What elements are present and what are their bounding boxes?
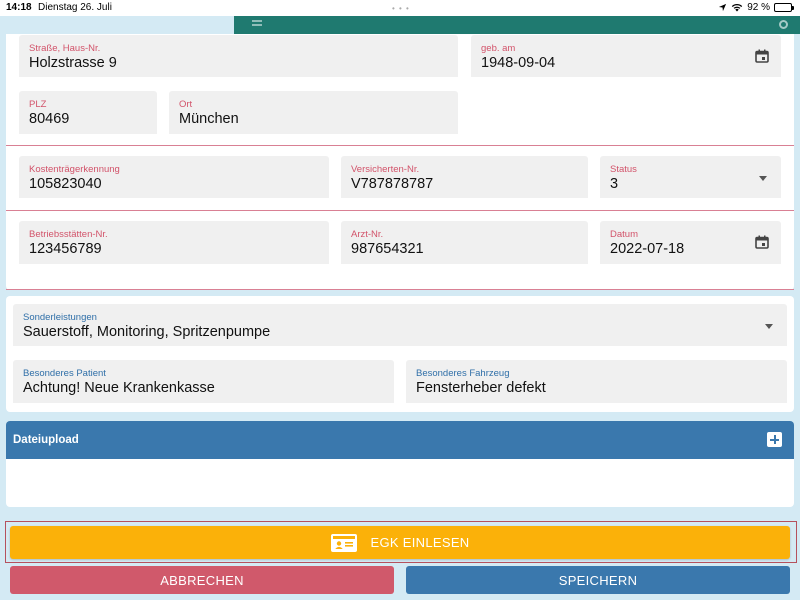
date-value: 2022-07-18: [610, 241, 685, 257]
patient-notes-label: Besonderes Patient: [23, 368, 106, 379]
doctor-number-field[interactable]: Arzt-Nr. 987654321: [341, 221, 588, 264]
save-button[interactable]: SPEICHERN: [406, 566, 790, 594]
date-field[interactable]: Datum 2022-07-18: [600, 221, 781, 264]
status-bar: 14:18 Dienstag 26. Juli • • • 92 %: [0, 0, 800, 16]
status-date: Dienstag 26. Juli: [38, 2, 112, 13]
search-icon[interactable]: [779, 20, 788, 29]
add-file-icon[interactable]: [767, 432, 782, 447]
cost-unit-field[interactable]: Kostenträgerkennung 105823040: [19, 156, 329, 198]
facility-number-field[interactable]: Betriebsstätten-Nr. 123456789: [19, 221, 329, 264]
chevron-down-icon[interactable]: [759, 176, 767, 181]
zip-label: PLZ: [29, 99, 47, 110]
birthdate-value: 1948-09-04: [481, 55, 556, 71]
patient-notes-field[interactable]: Besonderes Patient Achtung! Neue Kranken…: [13, 360, 394, 403]
special-services-label: Sonderleistungen: [23, 312, 97, 323]
street-field[interactable]: Straße, Haus-Nr. Holzstrasse 9: [19, 35, 458, 77]
read-egk-button[interactable]: EGK EINLESEN: [10, 526, 790, 559]
file-upload-area[interactable]: [6, 459, 794, 507]
zip-value: 80469: [29, 111, 70, 127]
section-divider: [6, 289, 794, 290]
special-services-value: Sauerstoff, Monitoring, Spritzenpumpe: [23, 324, 271, 340]
vehicle-notes-label: Besonderes Fahrzeug: [416, 368, 510, 379]
doctor-number-value: 987654321: [351, 241, 424, 257]
status-indicators: 92 %: [718, 2, 794, 13]
city-label: Ort: [179, 99, 193, 110]
status-value: 3: [610, 176, 619, 192]
id-card-icon: [330, 533, 357, 552]
patient-notes-value: Achtung! Neue Krankenkasse: [23, 380, 215, 396]
calendar-icon[interactable]: [755, 235, 769, 249]
menu-icon[interactable]: [252, 20, 262, 22]
cancel-button[interactable]: ABBRECHEN: [10, 566, 394, 594]
location-arrow-icon: [719, 3, 727, 12]
section-divider: [6, 145, 794, 146]
multitasking-dots-icon[interactable]: • • •: [392, 4, 410, 13]
insurance-number-label: Versicherten-Nr.: [351, 164, 420, 175]
facility-number-label: Betriebsstätten-Nr.: [29, 229, 108, 240]
city-field[interactable]: Ort München: [169, 91, 458, 134]
battery-icon: [774, 3, 794, 12]
zip-field[interactable]: PLZ 80469: [19, 91, 157, 134]
cost-unit-label: Kostenträgerkennung: [29, 164, 120, 175]
read-egk-label: EGK EINLESEN: [370, 535, 470, 550]
vehicle-notes-value: Fensterheber defekt: [416, 380, 546, 396]
city-value: München: [179, 111, 239, 127]
cancel-label: ABBRECHEN: [160, 572, 244, 588]
birthdate-field[interactable]: geb. am 1948-09-04: [471, 35, 781, 77]
street-label: Straße, Haus-Nr.: [29, 43, 101, 54]
vehicle-notes-field[interactable]: Besonderes Fahrzeug Fensterheber defekt: [406, 360, 787, 403]
calendar-icon[interactable]: [755, 49, 769, 63]
insurance-number-value: V787878787: [351, 176, 434, 192]
chevron-down-icon[interactable]: [765, 324, 773, 329]
insurance-number-field[interactable]: Versicherten-Nr. V787878787: [341, 156, 588, 198]
battery-percent: 92 %: [747, 2, 770, 13]
status-time: 14:18: [6, 2, 32, 13]
app-header: [234, 16, 800, 34]
cost-unit-value: 105823040: [29, 176, 102, 192]
file-upload-title: Dateiupload: [13, 434, 79, 446]
status-label: Status: [610, 164, 637, 175]
birthdate-label: geb. am: [481, 43, 516, 54]
street-value: Holzstrasse 9: [29, 55, 117, 71]
special-services-select[interactable]: Sonderleistungen Sauerstoff, Monitoring,…: [13, 304, 787, 346]
doctor-number-label: Arzt-Nr.: [351, 229, 384, 240]
facility-number-value: 123456789: [29, 241, 102, 257]
file-upload-header: Dateiupload: [6, 421, 794, 459]
date-label: Datum: [610, 229, 638, 240]
section-divider: [6, 210, 794, 211]
status-select[interactable]: Status 3: [600, 156, 781, 198]
wifi-icon: [732, 4, 743, 12]
save-label: SPEICHERN: [558, 572, 638, 588]
